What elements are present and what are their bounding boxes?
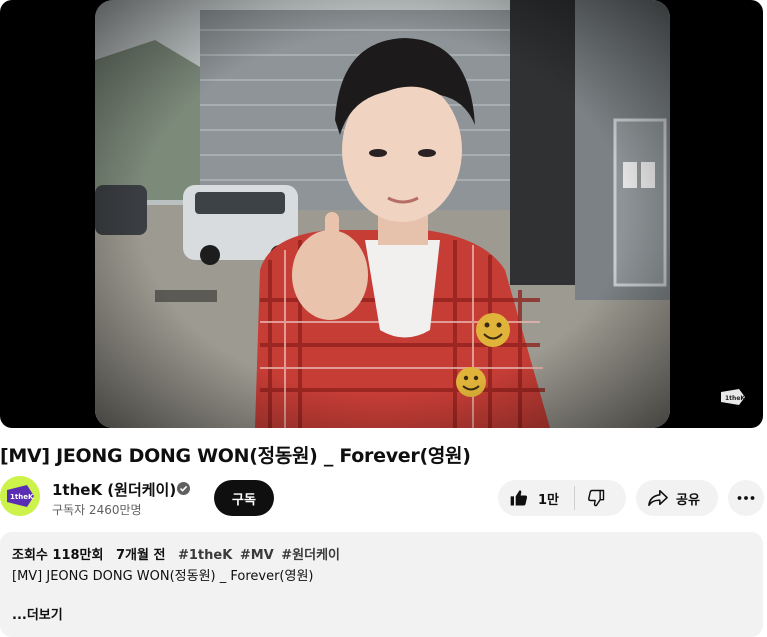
1thek-avatar-icon: 1theK bbox=[0, 476, 40, 516]
share-icon bbox=[648, 489, 668, 507]
hashtag-link[interactable]: #원더케이 bbox=[281, 548, 340, 563]
show-more-link[interactable]: ...더보기 bbox=[12, 604, 63, 623]
thumbs-down-icon bbox=[588, 489, 605, 507]
hashtag-link[interactable]: #MV bbox=[240, 548, 274, 563]
svg-text:1theK: 1theK bbox=[10, 493, 34, 501]
svg-text:1theK: 1theK bbox=[725, 395, 745, 402]
share-label: 공유 bbox=[676, 493, 700, 508]
description-text: [MV] JEONG DONG WON(정동원) _ Forever(영원) bbox=[12, 569, 314, 584]
hashtag-link[interactable]: #1theK bbox=[178, 548, 232, 563]
description-meta: 조회수 118만회 7개월 전 #1theK #MV #원더케이 bbox=[12, 544, 348, 563]
video-frame[interactable] bbox=[95, 0, 670, 428]
like-count: 1만 bbox=[538, 493, 560, 508]
channel-name[interactable]: 1theK (원더케이) bbox=[52, 479, 176, 500]
watermark-logo-icon: 1theK bbox=[721, 389, 745, 405]
more-horizontal-icon bbox=[737, 496, 755, 500]
video-player[interactable]: 1theK bbox=[0, 0, 763, 428]
subscriber-count: 구독자 2460만명 bbox=[52, 503, 142, 517]
channel-avatar[interactable]: 1theK bbox=[0, 476, 40, 516]
more-actions-button[interactable] bbox=[728, 480, 764, 516]
share-button[interactable]: 공유 bbox=[636, 480, 718, 516]
subscribe-button[interactable]: 구독 bbox=[214, 480, 274, 516]
dislike-button[interactable] bbox=[575, 480, 626, 516]
video-title: [MV] JEONG DONG WON(정동원) _ Forever(영원) bbox=[0, 445, 471, 467]
video-still bbox=[95, 0, 670, 428]
description-box[interactable]: 조회수 118만회 7개월 전 #1theK #MV #원더케이 [MV] JE… bbox=[0, 532, 763, 637]
view-count: 조회수 118만회 bbox=[12, 548, 104, 563]
verified-check-icon bbox=[177, 482, 190, 495]
like-dislike-group: 1만 bbox=[498, 480, 626, 516]
watch-page: 1theK [MV] JEONG DONG WON(정동원) _ Forever… bbox=[0, 0, 767, 637]
upload-age: 7개월 전 bbox=[116, 548, 166, 563]
like-button[interactable]: 1만 bbox=[498, 480, 574, 516]
thumbs-up-icon bbox=[510, 490, 528, 506]
